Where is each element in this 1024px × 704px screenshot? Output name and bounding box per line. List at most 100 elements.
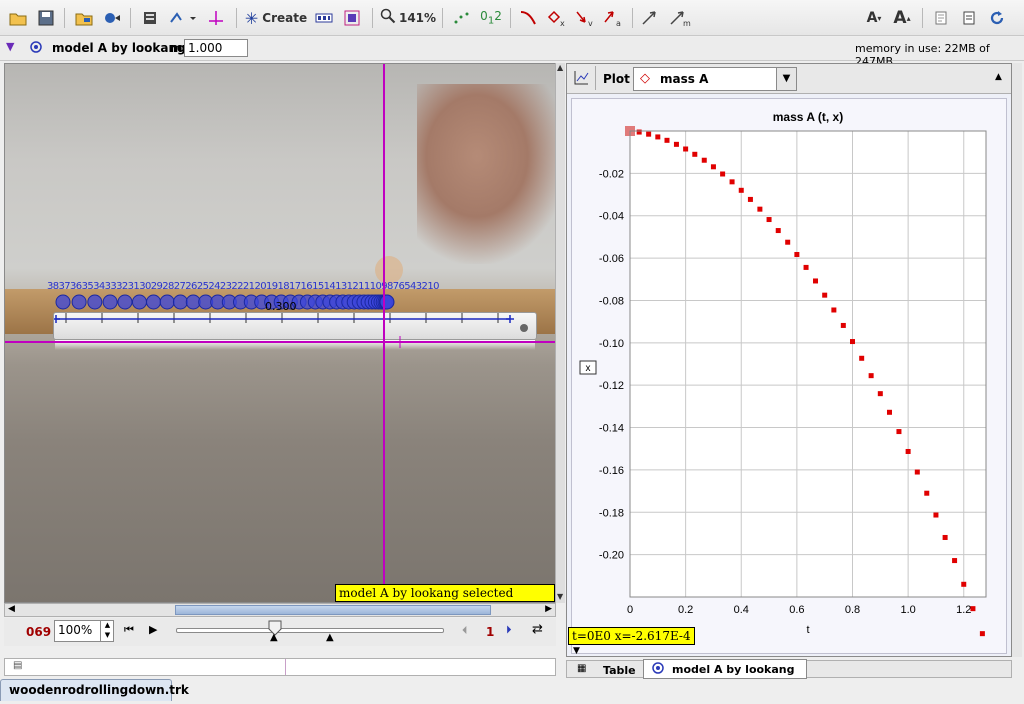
data-point[interactable] <box>905 448 911 454</box>
video-settings-icon[interactable] <box>100 6 124 30</box>
track-selector[interactable]: ◇ mass A ▼ <box>633 67 797 91</box>
center-of-mass-vector-icon[interactable] <box>638 6 664 30</box>
hscroll-thumb[interactable] <box>175 605 491 615</box>
data-point[interactable] <box>683 146 689 152</box>
track-control-icon[interactable] <box>312 6 336 30</box>
data-point[interactable] <box>636 129 642 135</box>
data-point[interactable] <box>775 228 781 234</box>
trail-marker <box>185 294 201 310</box>
scroll-up-icon[interactable]: ▲ <box>557 63 563 72</box>
data-point[interactable] <box>896 429 902 435</box>
refresh-icon[interactable] <box>986 6 1008 30</box>
data-point[interactable] <box>747 196 753 202</box>
font-larger-button[interactable]: A ▴ <box>890 6 914 30</box>
data-point[interactable] <box>785 239 791 245</box>
data-point[interactable] <box>710 164 716 170</box>
autotracker-icon[interactable] <box>340 6 364 30</box>
data-point[interactable] <box>655 134 661 140</box>
scroll-left-icon[interactable]: ◀ <box>8 604 15 614</box>
video-hscroll[interactable]: ◀ ▶ <box>4 603 556 617</box>
momentum-vector-icon[interactable]: m <box>666 6 694 30</box>
scroll-down-icon[interactable]: ▼ <box>557 592 563 601</box>
file-tab[interactable]: woodenrodrollingdown.trk <box>0 679 189 701</box>
step-size[interactable]: 1 <box>486 625 494 639</box>
data-point[interactable] <box>646 131 652 137</box>
play-icon[interactable]: ▶ <box>149 623 157 636</box>
rewind-icon[interactable]: ⏮ <box>124 623 134 637</box>
data-point[interactable] <box>840 322 846 328</box>
y-axis-label-box[interactable]: x <box>579 360 597 375</box>
acceleration-vector-icon[interactable]: a <box>600 6 626 30</box>
x-tick-label: 1.2 <box>956 604 971 616</box>
notes-icon[interactable] <box>930 6 952 30</box>
data-point[interactable] <box>794 251 800 257</box>
loop-icon[interactable]: ⇄ <box>532 622 543 637</box>
start-marker-icon[interactable]: ▲ <box>270 632 278 643</box>
properties-icon[interactable] <box>958 6 980 30</box>
velocity-vector-icon[interactable]: v <box>572 6 598 30</box>
position-marker-icon[interactable]: x <box>544 6 570 30</box>
zoom-spinner[interactable]: ▲ ▼ <box>100 620 114 642</box>
y-axis-line[interactable] <box>383 64 385 602</box>
track-menu-triangle-icon[interactable]: ▼ <box>6 40 14 53</box>
position-chart[interactable]: mass A (t, x) t x 0 0.2 0.4 0.6 0.8 1.0 1.2 -0.… <box>572 99 1008 655</box>
data-point[interactable] <box>886 409 892 415</box>
plot-scroll-down-icon[interactable]: ▼ <box>573 646 580 656</box>
clip-settings-icon[interactable] <box>138 6 162 30</box>
video-panel[interactable]: 3837363534333231302928272625242322212019… <box>4 63 556 603</box>
step-labels-icon[interactable]: 012 <box>478 6 504 30</box>
data-point[interactable] <box>803 264 809 270</box>
plot-area[interactable]: mass A (t, x) t x 0 0.2 0.4 0.6 0.8 1.0 1.2 -0.… <box>571 98 1007 654</box>
data-point[interactable] <box>979 631 985 637</box>
collapse-icon[interactable]: ▲ <box>995 72 1002 82</box>
open-video-icon[interactable] <box>72 6 96 30</box>
calibration-tools-icon[interactable] <box>166 6 200 30</box>
create-button[interactable]: ✳ Create <box>244 6 308 30</box>
data-point[interactable] <box>952 558 958 564</box>
data-point[interactable] <box>813 278 819 284</box>
data-point[interactable] <box>729 179 735 185</box>
data-point[interactable] <box>692 151 698 157</box>
data-point[interactable] <box>961 581 967 587</box>
font-smaller-button[interactable]: A ▾ <box>862 6 886 30</box>
frame-slider[interactable] <box>176 628 444 633</box>
end-marker-icon[interactable]: ▲ <box>326 632 334 643</box>
data-point[interactable] <box>720 171 726 177</box>
step-forward-icon[interactable]: ⏵ <box>506 623 512 637</box>
data-point[interactable] <box>831 307 837 313</box>
dropdown-arrow-icon[interactable]: ▼ <box>776 68 796 90</box>
data-point[interactable] <box>822 292 828 298</box>
data-point[interactable] <box>850 339 855 345</box>
video-vscroll[interactable]: ▲ ▼ <box>555 63 565 603</box>
data-point[interactable] <box>701 157 707 163</box>
table-track-selector[interactable]: model A by lookang <box>643 659 807 679</box>
data-point[interactable] <box>942 534 948 540</box>
data-point[interactable] <box>877 391 883 397</box>
mass-field[interactable]: 1.000 <box>184 39 248 57</box>
coordinate-axes-icon[interactable] <box>204 6 228 30</box>
frame-number[interactable]: 069 <box>26 625 51 639</box>
data-point[interactable] <box>933 512 939 518</box>
track-name-button[interactable]: model A by lookang <box>52 41 186 55</box>
plot-view-icon[interactable] <box>573 70 589 89</box>
data-point[interactable] <box>970 606 976 612</box>
save-icon[interactable] <box>34 6 58 30</box>
data-point[interactable] <box>673 141 679 147</box>
data-point[interactable] <box>914 469 920 475</box>
scroll-right-icon[interactable]: ▶ <box>545 604 552 614</box>
data-point[interactable] <box>924 490 930 496</box>
step-back-icon[interactable]: ⏴ <box>462 624 468 638</box>
data-point[interactable] <box>664 137 670 143</box>
data-point[interactable] <box>859 355 865 361</box>
path-icon[interactable] <box>516 6 542 30</box>
data-point[interactable] <box>757 206 763 212</box>
data-point[interactable] <box>738 187 744 193</box>
data-point[interactable] <box>868 373 874 379</box>
trace-dots-icon[interactable] <box>450 6 474 30</box>
x-axis-line[interactable] <box>5 341 555 343</box>
data-point[interactable] <box>766 217 772 223</box>
open-folder-icon[interactable] <box>6 6 30 30</box>
table-icon[interactable]: ▦ <box>577 663 586 674</box>
zoom-button[interactable]: 141% <box>380 6 436 30</box>
model-trail[interactable]: 3837363534333231302928272625242322212019… <box>47 281 439 314</box>
